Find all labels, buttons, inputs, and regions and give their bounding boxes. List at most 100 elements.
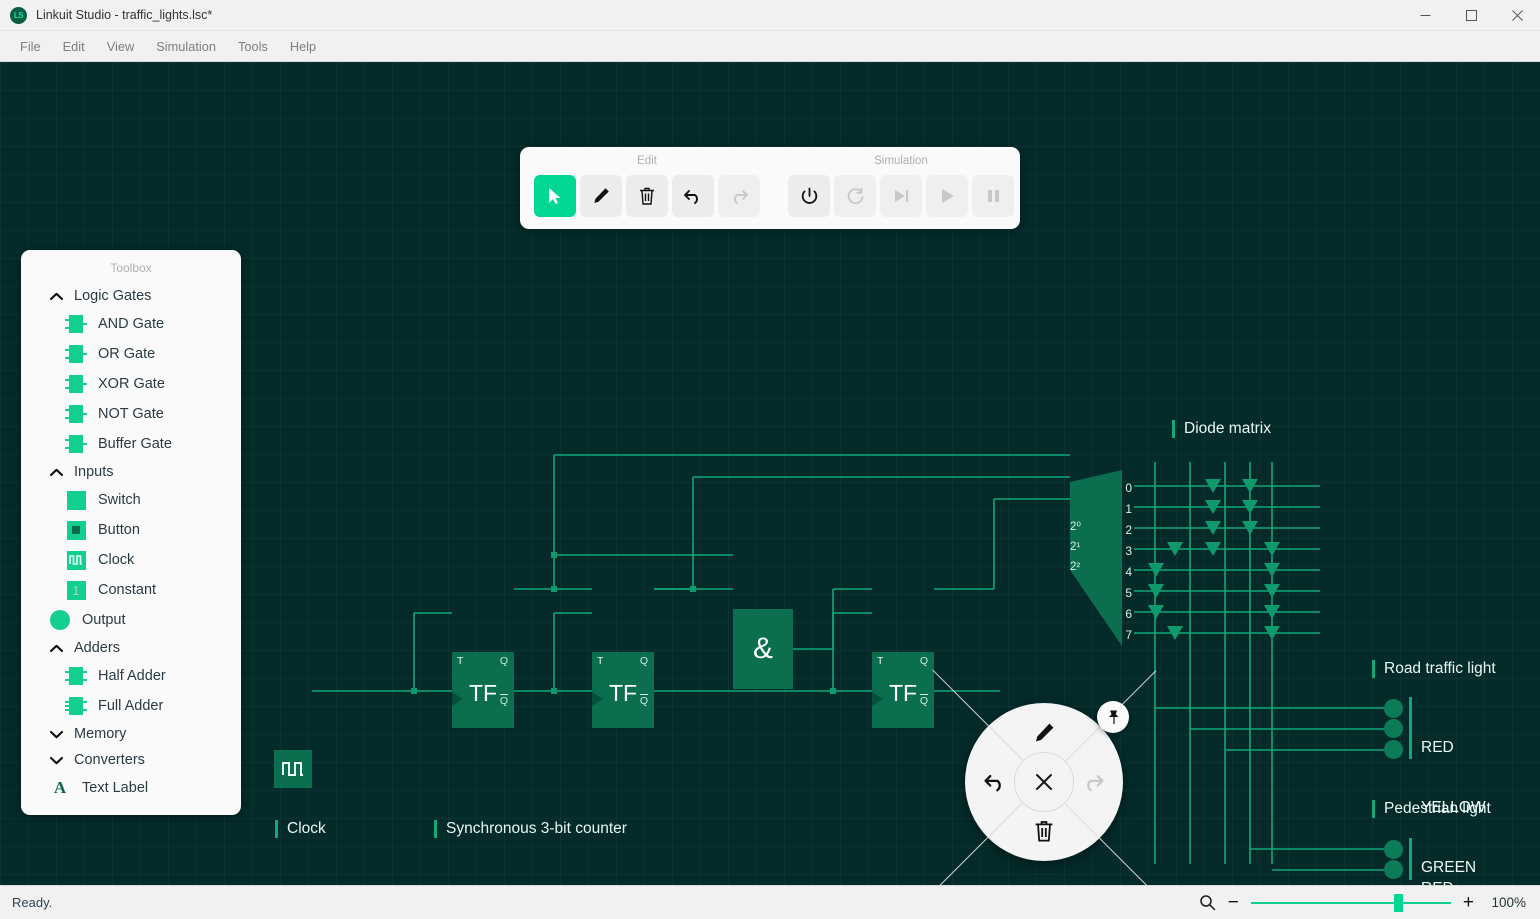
toolbox-item-buffer-gate[interactable]: Buffer Gate	[21, 429, 241, 459]
toolbox-item-and-gate[interactable]: AND Gate	[21, 309, 241, 339]
toolbox-item-button-label: Button	[98, 522, 140, 538]
toolbox-group-memory[interactable]: Memory	[21, 721, 241, 747]
toolbox-item-constant-label: Constant	[98, 582, 157, 598]
select-tool-button[interactable]	[534, 175, 576, 217]
chevron-up-icon	[49, 644, 63, 653]
minimize-button[interactable]	[1402, 0, 1448, 31]
decoder-input-0: 2⁰	[1070, 521, 1082, 533]
toolbox-item-or-gate[interactable]: OR Gate	[21, 339, 241, 369]
decoder-input-1: 2¹	[1070, 541, 1081, 553]
menu-item-edit[interactable]: Edit	[53, 35, 95, 58]
zoom-slider-thumb[interactable]	[1393, 893, 1403, 912]
decoder-input-labels: 2⁰ 2¹ 2²	[1070, 517, 1081, 577]
delete-tool-button[interactable]	[626, 175, 668, 217]
t-flipflop-2[interactable]: T Q Q TF	[592, 652, 654, 728]
toolbox-group-inputs-label: Inputs	[74, 464, 114, 480]
road-output-red: RED	[1421, 739, 1454, 756]
radial-delete-action[interactable]	[1026, 813, 1062, 849]
toolbox-group-adders[interactable]: Adders	[21, 635, 241, 661]
square-wave-icon	[282, 762, 303, 776]
zoom-out-button[interactable]: −	[1228, 893, 1239, 912]
circuit-canvas[interactable]: 2⁰ 2¹ 2² 0 1 2 3 4 5 6 7 T Q Q TF T Q Q …	[0, 62, 1540, 885]
toolbox-item-constant[interactable]: 1 Constant	[21, 575, 241, 605]
pedestrian-light-output-names: RED GREEN	[1421, 839, 1476, 885]
menu-item-simulation[interactable]: Simulation	[146, 35, 226, 58]
toolbox-item-switch-label: Switch	[98, 492, 141, 508]
toolbox-group-logic-gates-label: Logic Gates	[74, 288, 152, 304]
magnifier-icon[interactable]	[1199, 894, 1216, 911]
t-flipflop-3[interactable]: T Q Q TF	[872, 652, 934, 728]
toolbox-item-text-label[interactable]: A Text Label	[21, 773, 241, 803]
toolbox-item-switch[interactable]: Switch	[21, 485, 241, 515]
road-output-yellow: YELLOW	[1421, 799, 1486, 816]
radial-undo-action[interactable]	[977, 764, 1013, 800]
toolbox-group-adders-label: Adders	[74, 640, 120, 656]
output-led-road-yellow[interactable]	[1384, 719, 1403, 738]
decoder-output-1: 1	[1125, 502, 1132, 516]
toolbox-item-clock-label: Clock	[98, 552, 135, 568]
pin-icon	[1108, 710, 1118, 724]
and-gate[interactable]: &	[733, 609, 793, 689]
gate-icon	[65, 373, 87, 395]
play-icon	[942, 189, 954, 203]
clock-component[interactable]	[274, 750, 312, 788]
radial-context-menu	[931, 669, 1157, 885]
undo-button[interactable]	[672, 175, 714, 217]
output-led-pedestrian-red[interactable]	[1384, 840, 1403, 859]
toolbox-group-logic-gates[interactable]: Logic Gates	[21, 283, 241, 309]
maximize-button[interactable]	[1448, 0, 1494, 31]
toolbox-item-not-gate[interactable]: NOT Gate	[21, 399, 241, 429]
toolbox-item-buffer-gate-label: Buffer Gate	[98, 436, 172, 452]
adder-icon	[65, 665, 87, 687]
toolbox-item-button[interactable]: Button	[21, 515, 241, 545]
output-led-road-red[interactable]	[1384, 699, 1403, 718]
tff1-t-pin: T	[457, 655, 464, 667]
gate-icon	[65, 403, 87, 425]
radial-pin-button[interactable]	[1097, 701, 1129, 733]
radial-redo-action	[1075, 764, 1111, 800]
counter-label-text: Synchronous 3-bit counter	[446, 820, 627, 837]
trash-icon	[640, 187, 654, 205]
decoder-output-0: 0	[1125, 481, 1132, 495]
step-forward-icon	[895, 190, 908, 202]
road-traffic-light-label: Road traffic light	[1372, 660, 1496, 678]
toolbox-item-half-adder[interactable]: Half Adder	[21, 661, 241, 691]
menu-item-file[interactable]: File	[10, 35, 51, 58]
text-label-icon: A	[53, 778, 67, 797]
tff2-t-pin: T	[597, 655, 604, 667]
tff1-clock-triangle-icon	[452, 692, 463, 706]
zoom-slider[interactable]	[1250, 893, 1451, 912]
power-button[interactable]	[788, 175, 830, 217]
pencil-icon	[594, 188, 609, 203]
toolbox-group-inputs[interactable]: Inputs	[21, 459, 241, 485]
status-message: Ready.	[12, 895, 53, 910]
toolbox-item-clock[interactable]: Clock	[21, 545, 241, 575]
app-window: LS Linkuit Studio - traffic_lights.lsc* …	[0, 0, 1540, 919]
chevron-down-icon	[49, 730, 63, 739]
menu-item-help[interactable]: Help	[280, 35, 326, 58]
trash-icon	[1035, 821, 1053, 842]
zoom-in-button[interactable]: +	[1463, 893, 1474, 912]
clock-label-text: Clock	[287, 820, 326, 837]
toolbar-edit-row	[534, 175, 760, 217]
radial-close-button[interactable]	[1014, 752, 1074, 812]
toolbox-group-converters[interactable]: Converters	[21, 747, 241, 773]
t-flipflop-1[interactable]: T Q Q TF	[452, 652, 514, 728]
redo-button	[718, 175, 760, 217]
clock-label: Clock	[275, 820, 326, 838]
output-led-pedestrian-green[interactable]	[1384, 860, 1403, 879]
toolbox-group-converters-label: Converters	[74, 752, 145, 768]
toolbox-item-full-adder[interactable]: Full Adder	[21, 691, 241, 721]
menu-item-view[interactable]: View	[97, 35, 145, 58]
menu-item-tools[interactable]: Tools	[228, 35, 278, 58]
radial-edit-action[interactable]	[1026, 715, 1062, 751]
output-led-road-green[interactable]	[1384, 740, 1403, 759]
close-button[interactable]	[1494, 0, 1540, 31]
toolbox-item-output[interactable]: Output	[21, 605, 241, 635]
edit-tool-button[interactable]	[580, 175, 622, 217]
redo-icon	[1087, 774, 1104, 792]
pause-icon	[988, 190, 999, 202]
road-traffic-light-label-text: Road traffic light	[1384, 660, 1496, 677]
toolbox-item-xor-gate[interactable]: XOR Gate	[21, 369, 241, 399]
main-toolbar: Edit Simulation	[520, 147, 1020, 229]
